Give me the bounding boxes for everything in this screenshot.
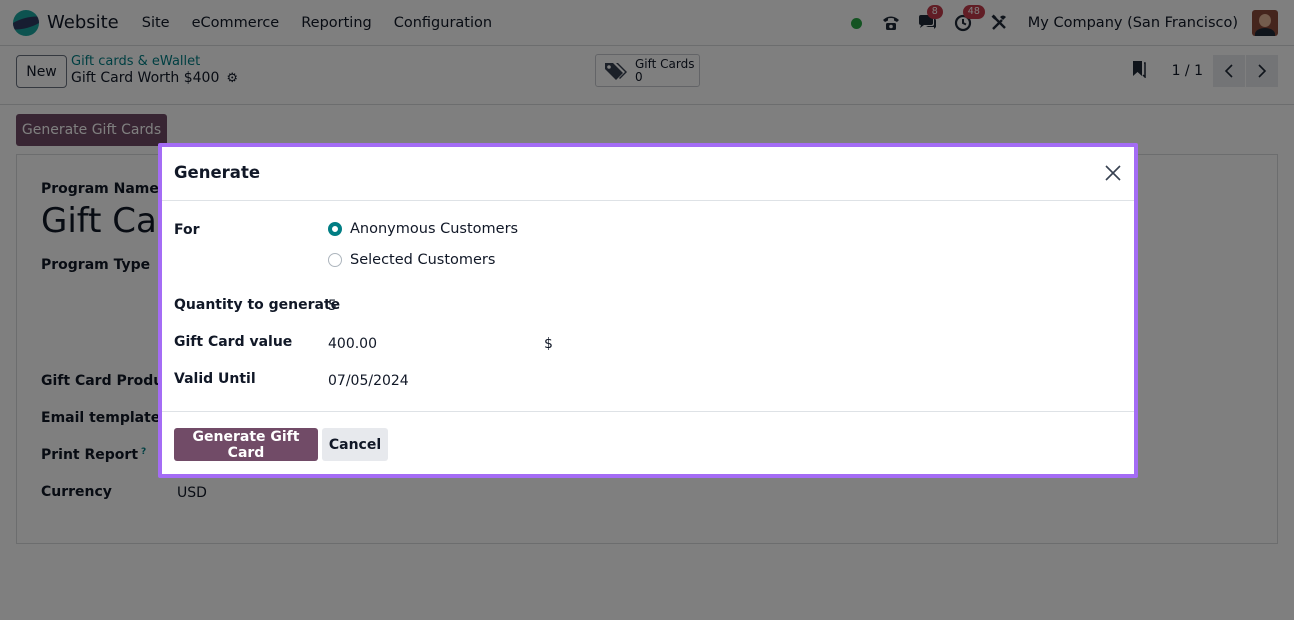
radio-label-selected: Selected Customers: [350, 252, 496, 268]
dialog-body: For Anonymous Customers Selected Custome…: [162, 202, 1134, 412]
gift-card-value-input[interactable]: 400.00: [328, 336, 377, 352]
generate-dialog: Generate For Anonymous Customers Selecte…: [158, 143, 1138, 478]
gift-card-value-label: Gift Card value: [174, 334, 293, 350]
for-label: For: [174, 222, 200, 238]
radio-selected-customers[interactable]: Selected Customers: [328, 252, 495, 268]
radio-label-anonymous: Anonymous Customers: [350, 221, 519, 237]
cancel-button[interactable]: Cancel: [322, 428, 388, 461]
close-icon[interactable]: [1102, 162, 1124, 184]
valid-until-input[interactable]: 07/05/2024: [328, 373, 409, 389]
generate-gift-card-button[interactable]: Generate Gift Card: [174, 428, 318, 461]
dialog-header: Generate: [162, 147, 1134, 201]
currency-symbol: $: [544, 336, 553, 352]
dialog-footer: Generate Gift Card Cancel: [162, 411, 1134, 477]
radio-unchecked-icon[interactable]: [328, 253, 342, 267]
quantity-label: Quantity to generate: [174, 297, 341, 313]
radio-anonymous-customers[interactable]: Anonymous Customers: [328, 221, 518, 237]
quantity-input[interactable]: 5: [328, 298, 337, 314]
dialog-title: Generate: [174, 163, 261, 182]
radio-checked-icon[interactable]: [328, 222, 342, 236]
valid-until-label: Valid Until: [174, 371, 256, 387]
